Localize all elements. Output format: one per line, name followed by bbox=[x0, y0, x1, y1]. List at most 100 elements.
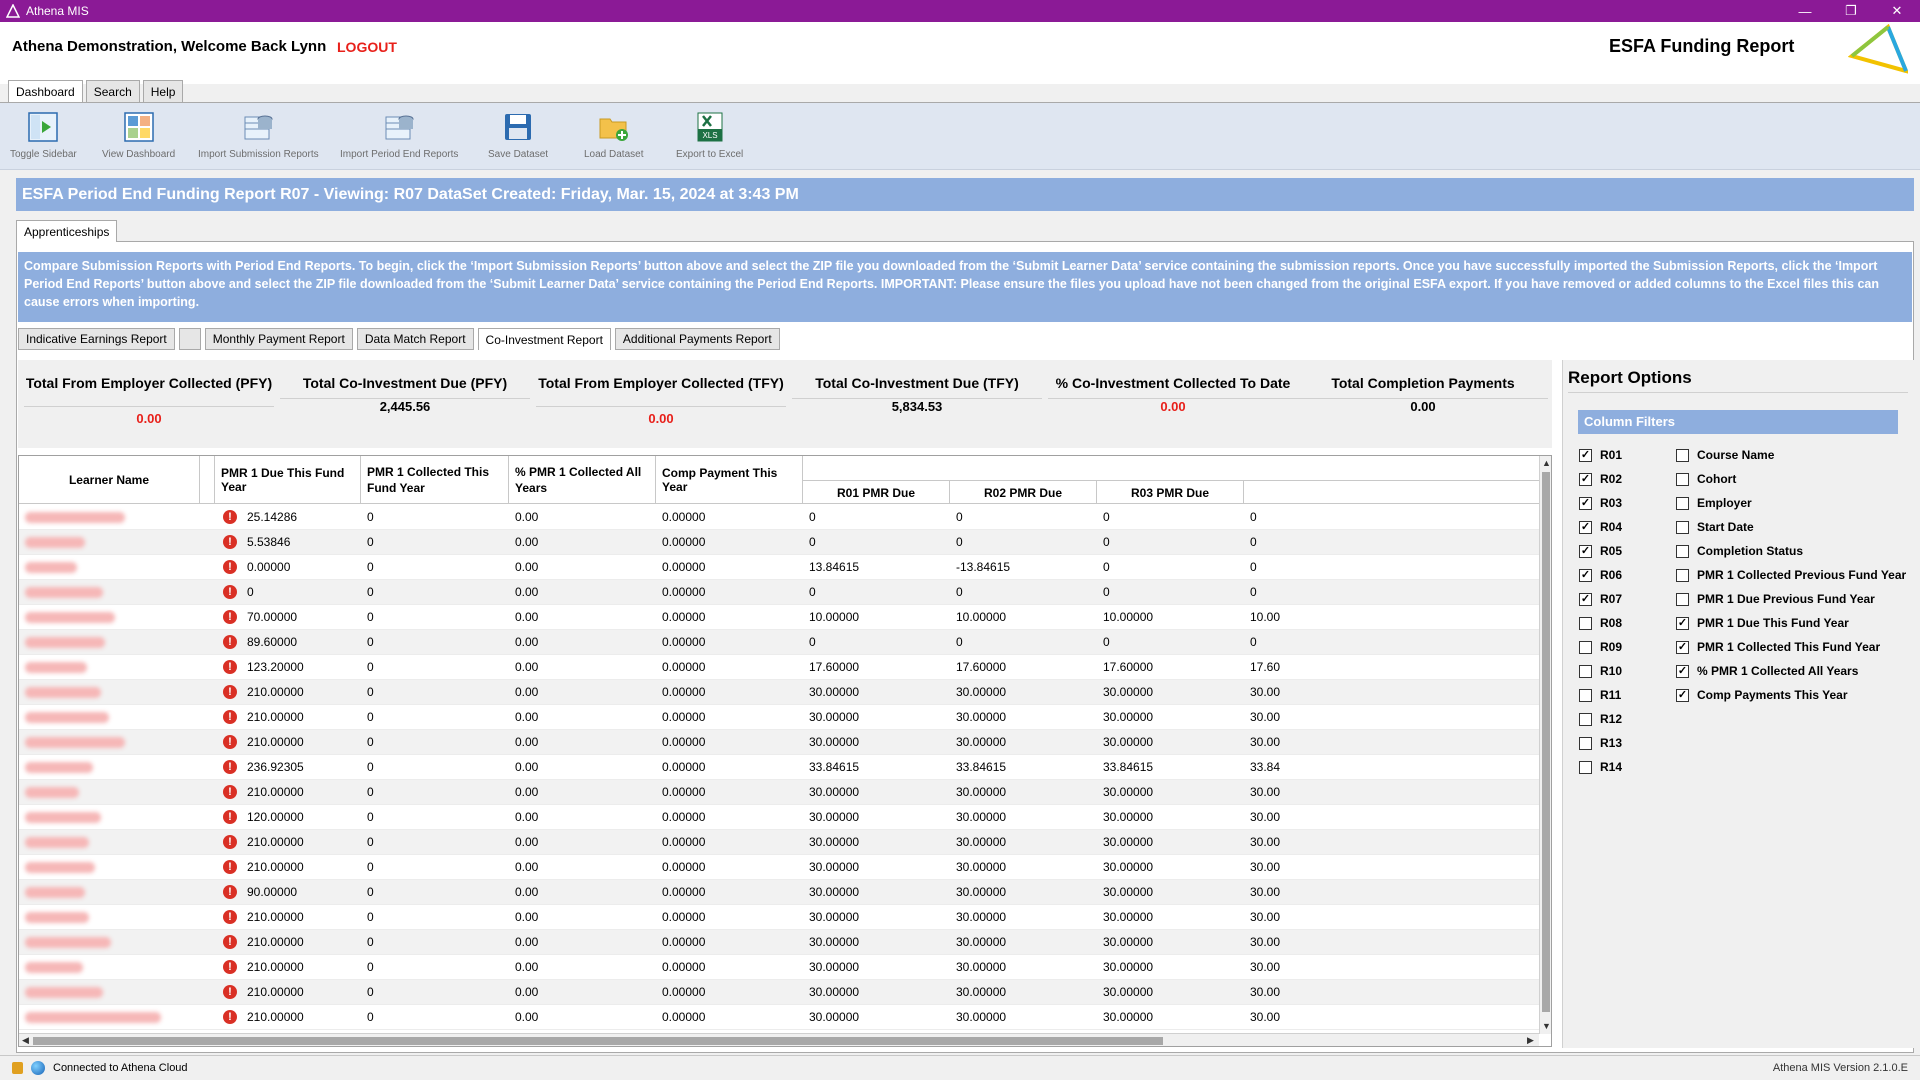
table-cell[interactable]: 0.00 bbox=[515, 755, 655, 780]
filter-r05[interactable]: ✓ R05 bbox=[1579, 544, 1622, 558]
table-cell[interactable]: 210.00000 bbox=[247, 780, 387, 805]
table-cell[interactable]: 0 bbox=[367, 505, 507, 530]
table-cell[interactable]: 0 bbox=[1250, 555, 1310, 580]
table-cell[interactable]: 33.84615 bbox=[809, 755, 949, 780]
export-to-excel-button[interactable]: XLS Export to Excel bbox=[676, 111, 743, 160]
learner-name-redacted[interactable] bbox=[25, 612, 115, 623]
table-cell[interactable]: 0 bbox=[1250, 505, 1310, 530]
filter-r13[interactable]: R13 bbox=[1579, 736, 1622, 750]
table-cell[interactable]: 210.00000 bbox=[247, 930, 387, 955]
table-cell[interactable]: 30.00000 bbox=[809, 805, 949, 830]
table-cell[interactable]: 30.00000 bbox=[1103, 855, 1243, 880]
table-cell[interactable]: 210.00000 bbox=[247, 955, 387, 980]
table-cell[interactable]: 10.00000 bbox=[956, 605, 1096, 630]
table-cell[interactable]: 0.00 bbox=[515, 880, 655, 905]
table-cell[interactable]: 210.00000 bbox=[247, 680, 387, 705]
table-row[interactable]: ! 210.00000 0 0.00 0.00000 30.00000 30.00000 30… bbox=[19, 1005, 1539, 1030]
table-row[interactable]: ! 89.60000 0 0.00 0.00000 0 0 0 0 bbox=[19, 630, 1539, 655]
table-cell[interactable]: 0 bbox=[367, 580, 507, 605]
checkbox-unchecked-icon[interactable] bbox=[1676, 568, 1689, 582]
table-cell[interactable]: 0 bbox=[1103, 580, 1243, 605]
table-cell[interactable]: 0 bbox=[367, 555, 507, 580]
view-dashboard-button[interactable]: View Dashboard bbox=[102, 111, 175, 160]
filter-course-name[interactable]: Course Name bbox=[1676, 448, 1774, 462]
table-cell[interactable]: 0 bbox=[367, 730, 507, 755]
checkbox-unchecked-icon[interactable] bbox=[1579, 688, 1592, 702]
logout-link[interactable]: LOGOUT bbox=[337, 39, 397, 55]
scroll-left-icon[interactable]: ◀ bbox=[22, 1035, 29, 1046]
table-cell[interactable]: 30.00000 bbox=[956, 930, 1096, 955]
table-cell[interactable]: 30.00000 bbox=[809, 680, 949, 705]
table-cell[interactable]: 30.00000 bbox=[809, 880, 949, 905]
table-cell[interactable]: 30.00000 bbox=[1103, 805, 1243, 830]
table-cell[interactable]: 90.00000 bbox=[247, 880, 387, 905]
table-row[interactable]: ! 120.00000 0 0.00 0.00000 30.00000 30.00000 30… bbox=[19, 805, 1539, 830]
scroll-right-icon[interactable]: ▶ bbox=[1527, 1035, 1534, 1046]
table-cell[interactable]: 0 bbox=[367, 1005, 507, 1030]
tab-monthly-payment[interactable]: Monthly Payment Report bbox=[204, 328, 353, 350]
table-cell[interactable]: 0.00 bbox=[515, 955, 655, 980]
table-cell[interactable]: 0.00 bbox=[515, 630, 655, 655]
filter-start-date[interactable]: Start Date bbox=[1676, 520, 1754, 534]
header-r02-pmr-due[interactable]: R02 PMR Due bbox=[950, 480, 1097, 504]
table-cell[interactable]: 30.00000 bbox=[809, 980, 949, 1005]
table-cell[interactable]: 0 bbox=[809, 580, 949, 605]
scrollbar-thumb[interactable] bbox=[1542, 472, 1550, 1012]
table-cell[interactable]: 10.00000 bbox=[1103, 605, 1243, 630]
table-cell[interactable]: 30.00000 bbox=[956, 780, 1096, 805]
table-cell[interactable]: 0.00000 bbox=[247, 555, 387, 580]
filter-r12[interactable]: R12 bbox=[1579, 712, 1622, 726]
import-submission-reports-button[interactable]: Import Submission Reports bbox=[198, 111, 319, 160]
table-cell[interactable]: 0.00000 bbox=[662, 755, 802, 780]
table-row[interactable]: ! 210.00000 0 0.00 0.00000 30.00000 30.00000 30… bbox=[19, 780, 1539, 805]
table-cell[interactable]: 10.00 bbox=[1250, 605, 1310, 630]
filter-pmr-1-due-previous-fund-year[interactable]: PMR 1 Due Previous Fund Year bbox=[1676, 592, 1875, 606]
learner-name-redacted[interactable] bbox=[25, 587, 103, 598]
filter-cohort[interactable]: Cohort bbox=[1676, 472, 1736, 486]
filter-r06[interactable]: ✓ R06 bbox=[1579, 568, 1622, 582]
table-cell[interactable]: 0.00 bbox=[515, 530, 655, 555]
table-cell[interactable]: 0.00000 bbox=[662, 630, 802, 655]
table-cell[interactable]: 30.00000 bbox=[809, 830, 949, 855]
table-cell[interactable]: 0 bbox=[956, 530, 1096, 555]
checkbox-unchecked-icon[interactable] bbox=[1676, 544, 1689, 558]
header-pct-collected[interactable]: % PMR 1 Collected All Years bbox=[509, 456, 656, 504]
header-comp-payment[interactable]: Comp Payment This Year bbox=[656, 456, 803, 504]
table-cell[interactable]: 0.00000 bbox=[662, 905, 802, 930]
table-cell[interactable]: 30.00000 bbox=[956, 805, 1096, 830]
table-cell[interactable]: 30.00000 bbox=[956, 680, 1096, 705]
learner-name-redacted[interactable] bbox=[25, 712, 109, 723]
table-cell[interactable]: 0 bbox=[367, 705, 507, 730]
table-row[interactable]: ! 236.92305 0 0.00 0.00000 33.84615 33.84615 33… bbox=[19, 755, 1539, 780]
header-learner-name[interactable]: Learner Name bbox=[19, 456, 200, 504]
table-cell[interactable]: 0.00000 bbox=[662, 730, 802, 755]
restore-button[interactable]: ❐ bbox=[1828, 0, 1874, 22]
learner-name-redacted[interactable] bbox=[25, 837, 89, 848]
table-cell[interactable]: 0 bbox=[367, 680, 507, 705]
table-cell[interactable]: 17.60000 bbox=[809, 655, 949, 680]
table-cell[interactable]: 0 bbox=[367, 855, 507, 880]
learner-name-redacted[interactable] bbox=[25, 737, 125, 748]
scrollbar-thumb[interactable] bbox=[33, 1037, 1163, 1045]
table-cell[interactable]: 210.00000 bbox=[247, 980, 387, 1005]
tab-indicative-earnings[interactable]: Indicative Earnings Report bbox=[18, 328, 175, 350]
learner-name-redacted[interactable] bbox=[25, 637, 105, 648]
table-cell[interactable]: 0 bbox=[367, 755, 507, 780]
checkbox-checked-icon[interactable]: ✓ bbox=[1579, 496, 1592, 510]
table-cell[interactable]: 30.00000 bbox=[1103, 705, 1243, 730]
table-cell[interactable]: 30.00000 bbox=[809, 955, 949, 980]
table-cell[interactable]: 89.60000 bbox=[247, 630, 387, 655]
table-cell[interactable]: 30.00 bbox=[1250, 680, 1310, 705]
table-cell[interactable]: 17.60000 bbox=[1103, 655, 1243, 680]
learner-name-redacted[interactable] bbox=[25, 862, 95, 873]
header-r04-pmr-due[interactable] bbox=[1244, 480, 1539, 504]
table-row[interactable]: ! 25.14286 0 0.00 0.00000 0 0 0 0 bbox=[19, 505, 1539, 530]
tab-data-match[interactable]: Data Match Report bbox=[356, 328, 474, 350]
table-cell[interactable]: 0.00 bbox=[515, 505, 655, 530]
table-cell[interactable]: 17.60000 bbox=[956, 655, 1096, 680]
filter-r10[interactable]: R10 bbox=[1579, 664, 1622, 678]
learner-name-redacted[interactable] bbox=[25, 1012, 161, 1023]
checkbox-unchecked-icon[interactable] bbox=[1579, 736, 1592, 750]
learner-name-redacted[interactable] bbox=[25, 762, 93, 773]
learner-name-redacted[interactable] bbox=[25, 537, 85, 548]
